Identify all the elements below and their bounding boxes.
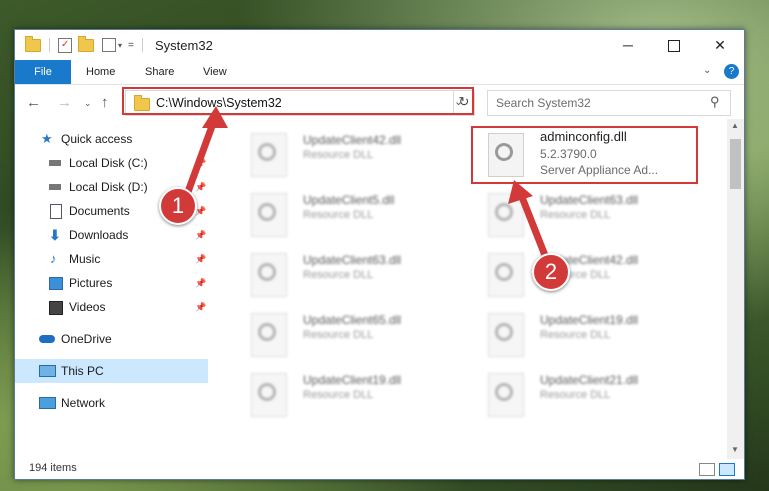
annotation-arrows (181, 106, 552, 267)
arrow-to-address (181, 114, 219, 204)
callout-2: 2 (532, 253, 570, 291)
arrowhead-address (202, 106, 228, 128)
arrow-to-file (516, 188, 552, 267)
callout-1: 1 (159, 187, 197, 225)
